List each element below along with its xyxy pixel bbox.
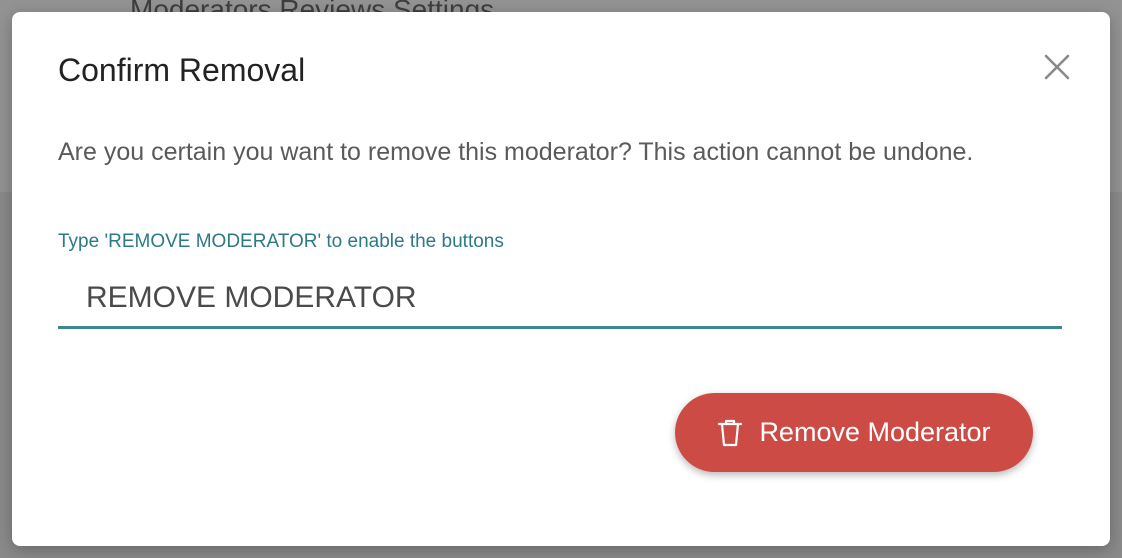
close-icon[interactable] bbox=[1040, 50, 1074, 84]
confirm-removal-dialog: Confirm Removal Are you certain you want… bbox=[12, 12, 1110, 546]
confirmation-field-label: Type 'REMOVE MODERATOR' to enable the bu… bbox=[58, 231, 504, 252]
confirmation-input[interactable] bbox=[86, 276, 1046, 320]
trash-icon bbox=[717, 418, 743, 448]
remove-moderator-label: Remove Moderator bbox=[759, 417, 991, 447]
dialog-message: Are you certain you want to remove this … bbox=[58, 138, 974, 166]
remove-moderator-button[interactable]: Remove Moderator bbox=[675, 393, 1033, 472]
confirmation-field bbox=[58, 274, 1062, 329]
dialog-title: Confirm Removal bbox=[58, 52, 306, 88]
